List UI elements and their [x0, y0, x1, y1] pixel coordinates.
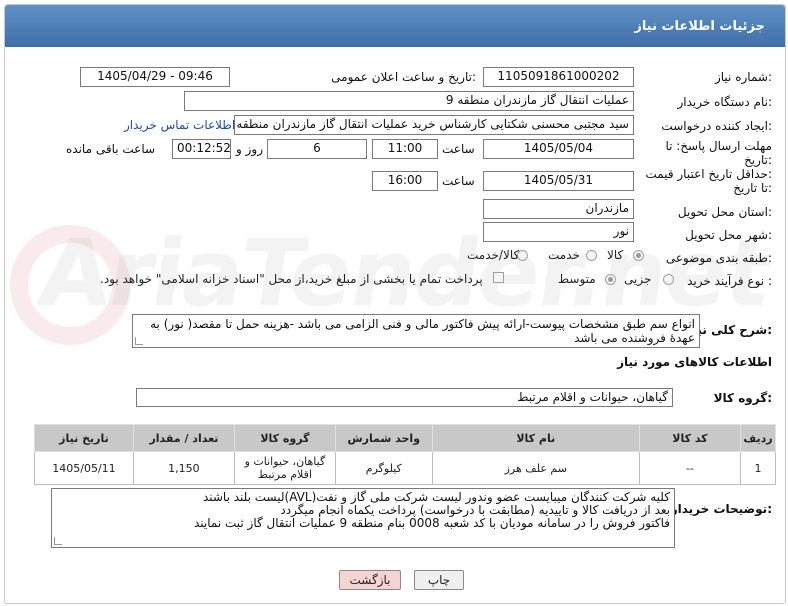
validity-date-field: 1405/05/31	[483, 171, 634, 191]
cell-group: گیاهان، حیوانات و اقلام مرتبط	[233, 451, 336, 485]
cell-row: 1	[739, 451, 777, 485]
buyer-note-line-3: فاکتور فروش را در سامانه مودیان با کد شع…	[193, 516, 670, 530]
need-number-field: 1105091861000202	[483, 67, 634, 87]
category-radio-service[interactable]	[586, 250, 597, 261]
creator-label: ایجاد کننده درخواست:	[661, 119, 772, 133]
need-number-label: شماره نیاز:	[714, 70, 772, 84]
province-label: استان محل تحویل:	[677, 205, 772, 219]
goods-group-field: گیاهان، حیوانات و اقلام مرتبط	[136, 388, 673, 407]
remaining-time-field: 00:12:52	[172, 139, 231, 159]
cell-unit: کیلوگرم	[334, 451, 433, 485]
category-radio-goods[interactable]	[633, 250, 644, 261]
deadline-time-label: ساعت	[442, 142, 475, 156]
goods-section-title: اطلاعات کالاهای مورد نیاز	[617, 355, 772, 369]
cell-quantity: 1,150	[132, 451, 235, 485]
category-option-goods: کالا	[607, 248, 624, 262]
page-title: جزئیات اطلاعات نیاز	[634, 19, 765, 34]
buyer-notes-textarea: کلیه شرکت کنندگان میبایست عضو وندور لیست…	[51, 488, 675, 548]
validity-time-label: ساعت	[442, 174, 475, 188]
table-row: 1 -- سم علف هرز کیلوگرم گیاهان، حیوانات …	[34, 451, 777, 485]
category-option-goods-service: کالا/خدمت	[467, 248, 520, 262]
category-option-service: خدمت	[548, 248, 580, 262]
col-group: گروه کالا	[233, 424, 336, 452]
back-button[interactable]: بازگشت	[339, 570, 401, 590]
resize-handle-icon[interactable]	[54, 537, 62, 545]
payment-checkbox[interactable]	[493, 272, 504, 283]
validity-time-field: 16:00	[372, 171, 438, 191]
description-text: انواع سم طبق مشخصات پیوست-ارائه پیش فاکت…	[150, 317, 695, 345]
header-bar: جزئیات اطلاعات نیاز	[5, 5, 785, 47]
col-code: کد کالا	[638, 424, 741, 452]
contact-info-link[interactable]: اطلاعات تماس خریدار	[124, 118, 235, 132]
announce-label: تاریخ و ساعت اعلان عمومی:	[331, 70, 476, 84]
process-option-minor: جزیی	[624, 272, 652, 286]
deadline-date-field: 1405/05/04	[483, 139, 634, 159]
remaining-label: ساعت باقی مانده	[66, 142, 156, 156]
city-label: شهر محل تحویل:	[685, 228, 772, 242]
province-field: مازندران	[483, 199, 634, 219]
resize-handle-icon[interactable]	[135, 337, 143, 345]
goods-group-label: گروه کالا:	[713, 391, 772, 405]
days-field: 6	[267, 139, 367, 159]
process-radio-minor[interactable]	[663, 274, 674, 285]
announce-field: 1405/04/29 - 09:46	[80, 67, 230, 87]
validity-label-2: تا تاریخ:	[733, 181, 772, 195]
buyer-notes-label: توضیحات خریدار:	[670, 502, 772, 516]
deadline-label: مهلت ارسال پاسخ: تا	[665, 139, 772, 153]
buyer-field: عملیات انتقال گاز مازندران منطقه 9	[184, 91, 634, 111]
process-label: نوع فرآیند خرید :	[687, 274, 772, 288]
cell-name: سم علف هرز	[431, 451, 640, 485]
category-label: طبقه بندی موضوعی:	[665, 251, 772, 265]
col-quantity: تعداد / مقدار	[132, 424, 235, 452]
col-row: ردیف	[739, 424, 777, 452]
city-field: نور	[483, 222, 634, 242]
description-textarea: انواع سم طبق مشخصات پیوست-ارائه پیش فاکت…	[132, 314, 700, 348]
print-button[interactable]: چاپ	[414, 570, 464, 590]
buyer-label: نام دستگاه خریدار:	[677, 95, 773, 109]
col-name: نام کالا	[431, 424, 640, 452]
cell-code: --	[638, 451, 741, 485]
deadline-time-field: 11:00	[372, 139, 438, 159]
process-option-medium: متوسط	[558, 272, 596, 286]
deadline-label-2: تاریخ:	[744, 153, 772, 167]
goods-table-header: ردیف کد کالا نام کالا واحد شمارش گروه کا…	[34, 424, 777, 452]
cell-date: 1405/05/11	[34, 451, 134, 485]
goods-table: ردیف کد کالا نام کالا واحد شمارش گروه کا…	[34, 424, 777, 485]
creator-field: سید مجتبی محسنی شکتایی کارشناس خرید عملی…	[234, 115, 634, 135]
process-radio-medium[interactable]	[605, 274, 616, 285]
col-unit: واحد شمارش	[334, 424, 433, 452]
col-date: تاریخ نیاز	[34, 424, 134, 452]
days-label: روز و	[236, 142, 263, 156]
payment-note: پرداخت تمام یا بخشی از مبلغ خرید،از محل …	[100, 272, 483, 286]
validity-label: حداقل تاریخ اعتبار قیمت:	[645, 167, 772, 181]
